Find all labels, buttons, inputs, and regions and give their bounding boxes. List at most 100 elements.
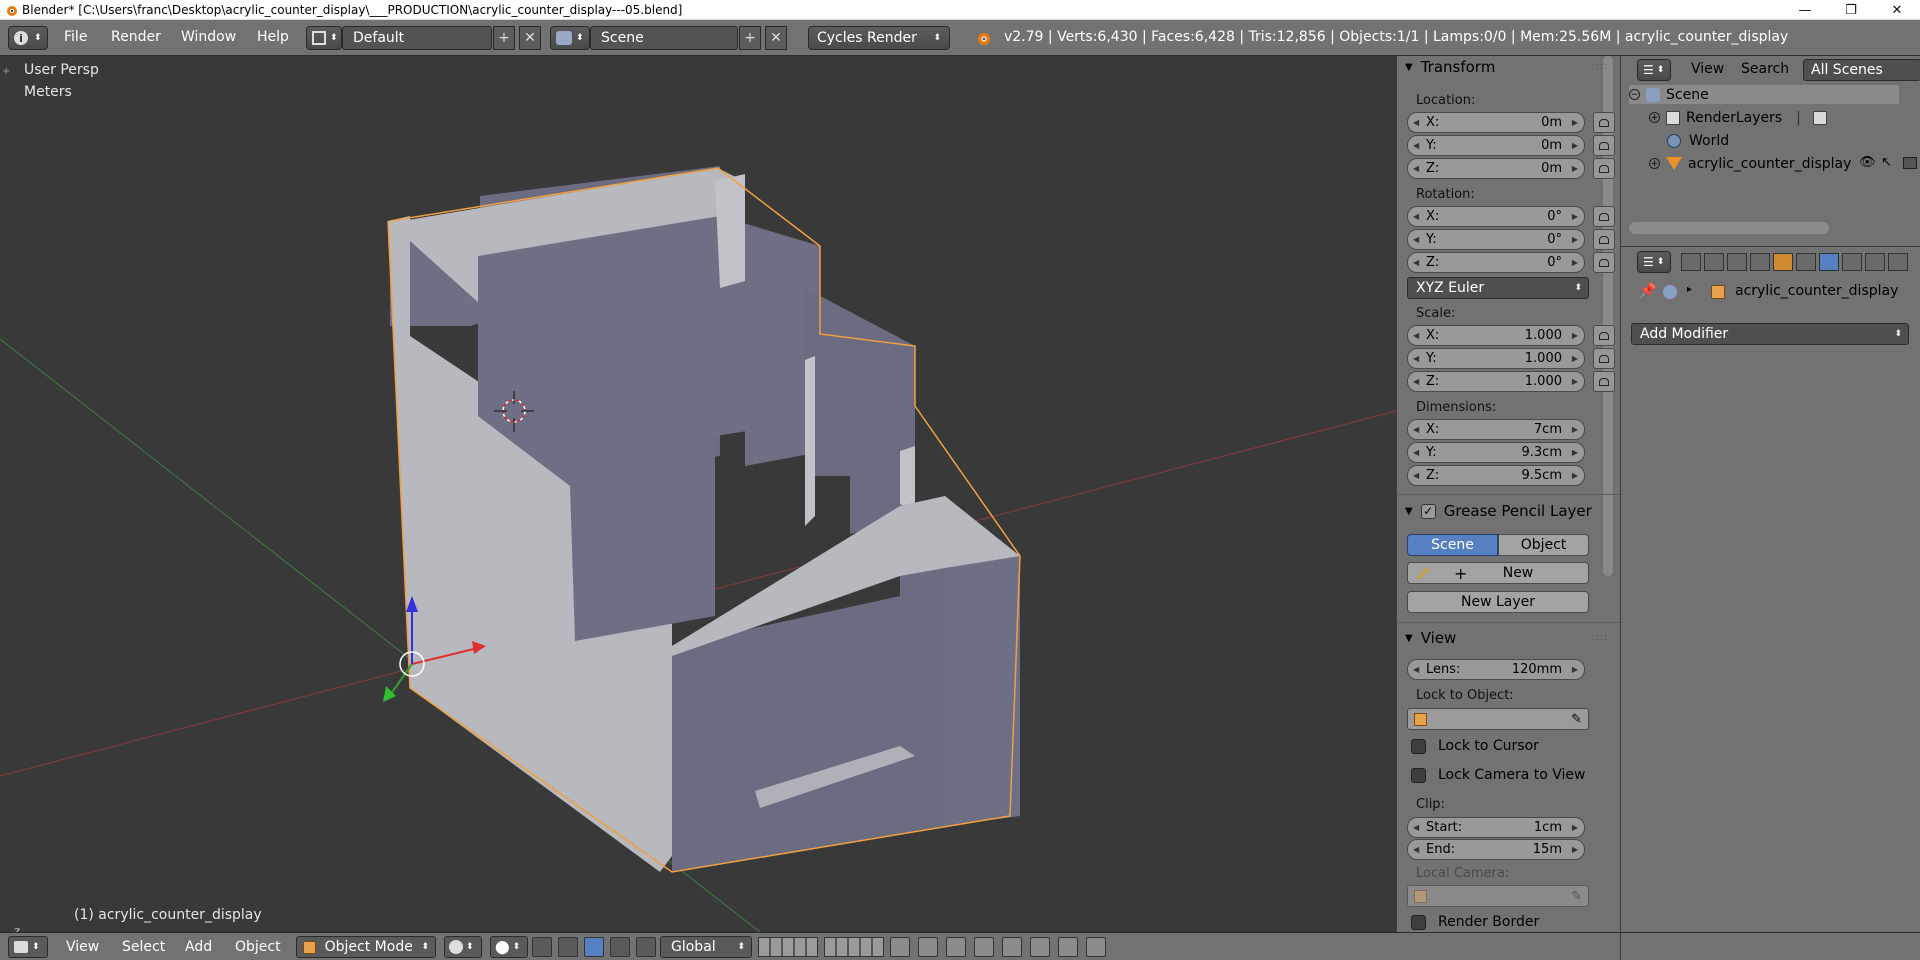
editor-type-button[interactable]: i ⬍ [8,26,48,50]
grease-pencil-panel-header[interactable]: ▼ ✓ Grease Pencil Layer [1405,500,1592,522]
material-tab-icon[interactable] [1865,253,1885,271]
screen-layout-field[interactable]: Default [342,26,492,50]
render-layers-tab-icon[interactable] [1704,253,1724,271]
properties-editor-type-button[interactable]: ☰ ⬍ [1637,251,1671,273]
render-animation-icon[interactable] [1058,937,1078,957]
lens-field[interactable]: ◀ Lens: 120mm ▶ [1407,659,1585,680]
delete-scene-button[interactable]: ✕ [765,26,787,50]
menu-window[interactable]: Window [181,29,236,45]
menu-help[interactable]: Help [257,29,289,45]
mesh-object[interactable] [387,166,1021,873]
proportional-edit-icon[interactable] [918,937,938,957]
outliner-renderlayers-row[interactable]: + RenderLayers | [1649,108,1827,127]
particles-tab-icon[interactable] [1888,253,1908,271]
manipulator-combo-icon[interactable] [636,937,656,957]
lock-scale-x-button[interactable] [1593,325,1615,346]
data-tab-icon[interactable] [1842,253,1862,271]
rotation-x-field[interactable]: ◀ X: 0° ▶ [1407,206,1585,227]
openGL-render-icon[interactable] [1086,937,1106,957]
snap-toggle-icon[interactable] [946,937,966,957]
outliner-filter-dropdown[interactable]: All Scenes [1803,59,1920,81]
grease-new-button[interactable]: + New [1407,562,1589,584]
lock-scale-z-button[interactable] [1593,371,1615,392]
rotation-y-field[interactable]: ◀ Y: 0° ▶ [1407,229,1585,250]
outliner-object-row[interactable]: + acrylic_counter_display [1649,154,1851,173]
menu-file[interactable]: File [64,29,87,45]
constraints-tab-icon[interactable] [1796,253,1816,271]
dimension-y-field[interactable]: ◀ Y: 9.3cm ▶ [1407,442,1585,463]
rotation-z-field[interactable]: ◀ Z: 0° ▶ [1407,252,1585,273]
grease-scene-tab[interactable]: Scene [1407,534,1498,556]
manipulator-toggle-icon[interactable] [532,937,552,957]
3d-viewport[interactable]: User Persp Meters (1) acrylic_counter_di… [0,56,1396,932]
add-modifier-dropdown[interactable]: Add Modifier ⬍ [1631,323,1909,345]
renderlayer-toggle-icon[interactable] [1812,110,1827,125]
minimize-button[interactable]: — [1782,0,1828,20]
orientation-dropdown[interactable]: Global ⬍ [660,936,752,958]
snap-target-icon[interactable] [1002,937,1022,957]
lock-scale-y-button[interactable] [1593,348,1615,369]
viewport-canvas[interactable] [0,56,1396,932]
select-cursor-icon[interactable]: ↖ [1881,155,1892,170]
layer-lock-icon[interactable] [890,937,910,957]
toolshelf-toggle-icon[interactable]: + [2,66,10,77]
render-preview-icon[interactable] [1030,937,1050,957]
render-tab-icon[interactable] [1681,253,1701,271]
menu-select[interactable]: Select [122,939,165,955]
scene-field[interactable]: Scene [590,26,738,50]
outliner-editor-type-button[interactable]: ☰ ⬍ [1637,59,1671,81]
new-layer-button[interactable]: New Layer [1407,591,1589,613]
scene-tab-icon[interactable] [1727,253,1747,271]
eye-visibility-icon[interactable]: 👁 [1859,155,1876,170]
lock-location-z-button[interactable] [1593,158,1615,179]
outliner-world-row[interactable]: World [1667,131,1729,150]
panel-grip-icon[interactable]: :::: [1592,633,1608,643]
screen-layout-button[interactable]: ⬍ [306,26,342,50]
outliner-search-menu[interactable]: Search [1741,61,1789,77]
location-x-field[interactable]: ◀ X: 0m ▶ [1407,112,1585,133]
manipulator-translate-icon[interactable] [558,937,578,957]
location-y-field[interactable]: ◀ Y: 0m ▶ [1407,135,1585,156]
layers-row-1-icon[interactable] [758,937,818,957]
clip-start-field[interactable]: ◀ Start: 1cm ▶ [1407,817,1585,838]
pin-icon[interactable]: 📌 [1639,283,1656,299]
lock-to-cursor-checkbox[interactable]: Lock to Cursor [1411,738,1539,754]
render-border-checkbox[interactable]: Render Border [1411,914,1539,930]
shading-dropdown[interactable]: ⬍ [444,936,482,958]
lock-rotation-y-button[interactable] [1593,229,1615,250]
view-panel-header[interactable]: ▼ View [1405,627,1456,649]
lock-location-y-button[interactable] [1593,135,1615,156]
pivot-dropdown[interactable]: ⬤ ⬍ [490,936,528,958]
menu-object[interactable]: Object [235,939,281,955]
layers-row-2-icon[interactable] [824,937,884,957]
lock-camera-checkbox[interactable]: Lock Camera to View [1411,767,1586,783]
lock-location-x-button[interactable] [1593,112,1615,133]
dimension-x-field[interactable]: ◀ X: 7cm ▶ [1407,419,1585,440]
manipulator-rotate-icon[interactable] [584,937,604,957]
viewport-editor-type-button[interactable]: ⬍ [8,936,48,958]
maximize-button[interactable]: ❐ [1828,0,1874,20]
transform-panel-header[interactable]: ▼ Transform [1405,56,1495,78]
menu-add[interactable]: Add [185,939,212,955]
manipulator-scale-icon[interactable] [610,937,630,957]
scale-y-field[interactable]: ◀ Y: 1.000 ▶ [1407,348,1585,369]
clip-end-field[interactable]: ◀ End: 15m ▶ [1407,839,1585,860]
object-tab-icon[interactable] [1773,253,1793,271]
panel-grip-icon[interactable]: :::: [1592,62,1608,72]
menu-render[interactable]: Render [111,29,161,45]
outliner-scene-row[interactable]: − Scene [1629,85,1709,104]
grease-checkbox[interactable]: ✓ [1420,503,1436,519]
modifiers-wrench-tab-icon[interactable] [1819,253,1839,271]
menu-view[interactable]: View [66,939,99,955]
npanel-scrollbar[interactable] [1603,56,1613,576]
outliner-view-menu[interactable]: View [1691,61,1724,77]
render-camera-icon[interactable] [1903,157,1917,169]
mode-dropdown[interactable]: Object Mode ⬍ [296,936,436,958]
scale-x-field[interactable]: ◀ X: 1.000 ▶ [1407,325,1585,346]
scale-z-field[interactable]: ◀ Z: 1.000 ▶ [1407,371,1585,392]
render-engine-dropdown[interactable]: Cycles Render ⬍ [808,26,950,50]
add-layout-button[interactable]: + [493,26,515,50]
grease-object-tab[interactable]: Object [1498,534,1589,556]
delete-layout-button[interactable]: ✕ [519,26,541,50]
local-camera-field[interactable]: ✎ [1407,885,1589,907]
